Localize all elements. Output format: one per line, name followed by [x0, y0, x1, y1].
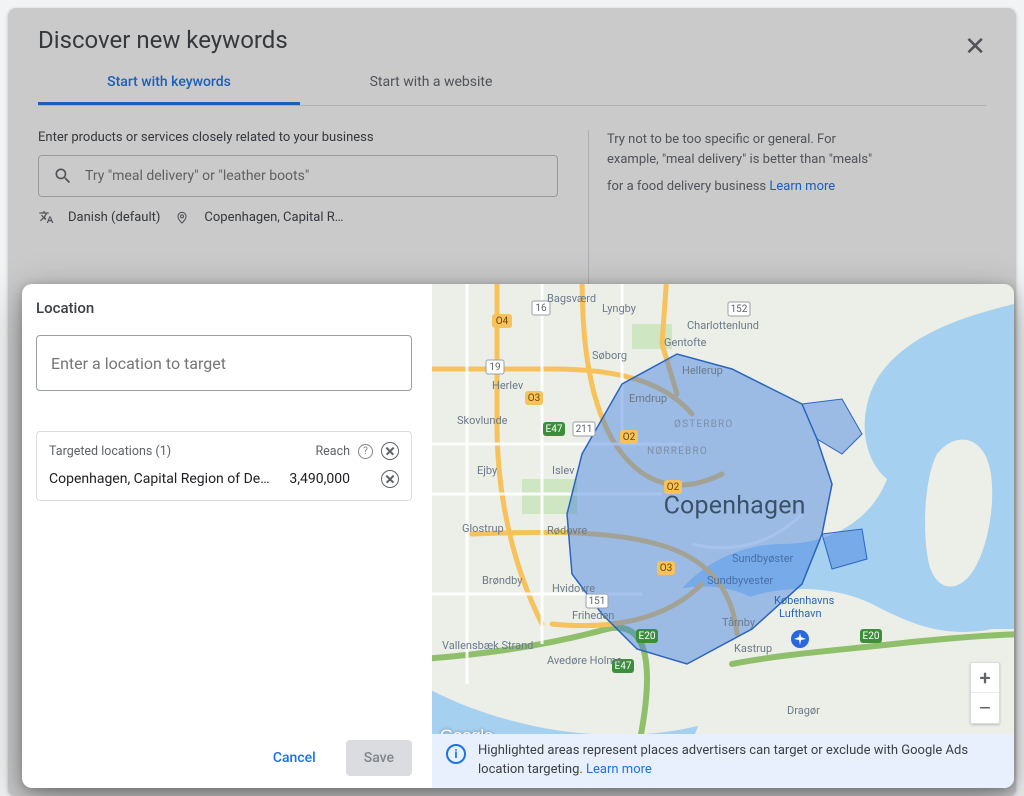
- zoom-out-button[interactable]: –: [971, 693, 999, 723]
- airport-marker-icon: [791, 630, 809, 648]
- map-svg: O4 O3 O3 O2 O2 16 19 211 151 152 E47 E20…: [432, 284, 1014, 788]
- products-prompt: Enter products or services closely relat…: [38, 130, 558, 145]
- clear-all-icon[interactable]: [381, 442, 399, 460]
- svg-text:E47: E47: [546, 424, 563, 435]
- svg-text:O3: O3: [528, 393, 541, 404]
- tab-keywords[interactable]: Start with keywords: [38, 62, 300, 105]
- language-chip[interactable]: Danish (default): [68, 210, 160, 225]
- road-shield: 152: [728, 302, 750, 316]
- location-chip[interactable]: Copenhagen, Capital R…: [204, 210, 343, 225]
- tab-website[interactable]: Start with a website: [300, 62, 562, 105]
- keyword-search-input[interactable]: [85, 168, 543, 184]
- save-button: Save: [346, 740, 412, 776]
- svg-text:19: 19: [489, 362, 500, 373]
- info-icon: i: [446, 744, 466, 764]
- svg-text:Avedøre Holme: Avedøre Holme: [547, 654, 622, 667]
- road-shield: O3: [657, 561, 675, 575]
- remove-location-icon[interactable]: [381, 470, 399, 488]
- targeted-header: Targeted locations (1): [49, 444, 270, 459]
- road-shield: 151: [586, 594, 608, 608]
- svg-text:Dragør: Dragør: [787, 704, 820, 717]
- svg-text:Gentofte: Gentofte: [664, 336, 707, 349]
- road-shield: O3: [525, 391, 543, 405]
- map-city-label: Copenhagen: [664, 491, 806, 520]
- svg-text:Kastrup: Kastrup: [734, 642, 772, 655]
- svg-text:E20: E20: [639, 631, 656, 642]
- targeted-locations-box: Targeted locations (1) Reach ? Copenhage…: [36, 431, 412, 501]
- svg-text:E20: E20: [863, 631, 880, 642]
- map-info-banner: i Highlighted areas represent places adv…: [432, 734, 1014, 788]
- location-modal: Location Targeted locations (1) Reach ? …: [22, 284, 1014, 788]
- location-input-wrap[interactable]: [36, 335, 412, 391]
- svg-text:211: 211: [576, 424, 593, 435]
- svg-text:Skovlunde: Skovlunde: [457, 414, 508, 427]
- road-shield: E20: [636, 629, 658, 643]
- svg-text:Søborg: Søborg: [592, 349, 627, 362]
- targeted-location-row: Copenhagen, Capital Region of Denmark, ……: [49, 470, 399, 488]
- svg-text:Lyngby: Lyngby: [602, 302, 637, 315]
- banner-learn-more-link[interactable]: Learn more: [586, 762, 652, 777]
- svg-text:O4: O4: [496, 316, 509, 327]
- svg-text:Islev: Islev: [552, 464, 575, 477]
- svg-text:Sundbyøster: Sundbyøster: [732, 552, 794, 565]
- svg-text:Sundbyvester: Sundbyvester: [707, 574, 773, 587]
- svg-text:Hvidovre: Hvidovre: [552, 582, 595, 595]
- location-reach: 3,490,000: [278, 471, 350, 487]
- location-name: Copenhagen, Capital Region of Denmark, ……: [49, 471, 270, 487]
- svg-text:O3: O3: [660, 563, 673, 574]
- svg-text:Brøndby: Brøndby: [482, 574, 523, 587]
- svg-text:Vallensbæk Strand: Vallensbæk Strand: [442, 639, 533, 652]
- zoom-in-button[interactable]: +: [971, 663, 999, 693]
- reach-header: Reach: [278, 444, 350, 459]
- svg-text:NØRREBRO: NØRREBRO: [647, 446, 708, 457]
- location-pin-icon: [174, 209, 190, 225]
- svg-text:Glostrup: Glostrup: [462, 522, 504, 535]
- svg-text:Hellerup: Hellerup: [682, 364, 723, 377]
- dialog-tabs: Start with keywords Start with a website: [38, 62, 986, 106]
- svg-text:151: 151: [589, 596, 606, 607]
- search-icon: [53, 166, 73, 186]
- svg-text:Charlottenlund: Charlottenlund: [687, 319, 759, 332]
- svg-text:Rødovre: Rødovre: [547, 524, 587, 537]
- svg-text:Emdrup: Emdrup: [629, 392, 667, 405]
- svg-text:Bagsværd: Bagsværd: [547, 292, 596, 305]
- svg-text:Friheden: Friheden: [572, 609, 614, 622]
- map-zoom-control: + –: [970, 662, 1000, 724]
- svg-text:Lufthavn: Lufthavn: [779, 607, 822, 620]
- reach-help-icon[interactable]: ?: [358, 444, 373, 459]
- location-input[interactable]: [51, 354, 397, 373]
- keyword-search-box[interactable]: [38, 155, 558, 197]
- banner-text: Highlighted areas represent places adver…: [478, 743, 968, 777]
- location-title: Location: [36, 299, 412, 317]
- road-shield: 19: [486, 360, 504, 374]
- svg-text:Ejby: Ejby: [477, 464, 498, 477]
- road-shield: E20: [860, 629, 882, 643]
- svg-text:Herlev: Herlev: [492, 379, 524, 392]
- dialog-title: Discover new keywords: [38, 26, 986, 54]
- svg-text:O2: O2: [623, 432, 636, 443]
- location-panel: Location Targeted locations (1) Reach ? …: [22, 284, 432, 788]
- cancel-button[interactable]: Cancel: [255, 740, 334, 776]
- close-icon[interactable]: ✕: [964, 32, 986, 62]
- svg-text:16: 16: [535, 303, 547, 314]
- road-shield: O4: [492, 314, 512, 328]
- road-shield: O2: [620, 430, 638, 444]
- svg-text:Tårnby: Tårnby: [722, 616, 756, 629]
- svg-text:Københavns: Københavns: [774, 594, 835, 607]
- svg-text:152: 152: [731, 304, 748, 315]
- svg-text:ØSTERBRO: ØSTERBRO: [674, 419, 734, 430]
- map-area[interactable]: O4 O3 O3 O2 O2 16 19 211 151 152 E47 E20…: [432, 284, 1014, 788]
- translate-icon: [38, 209, 54, 225]
- tip-learn-more-link[interactable]: Learn more: [769, 177, 835, 197]
- road-shield: E47: [543, 422, 565, 436]
- road-shield: 211: [573, 422, 595, 436]
